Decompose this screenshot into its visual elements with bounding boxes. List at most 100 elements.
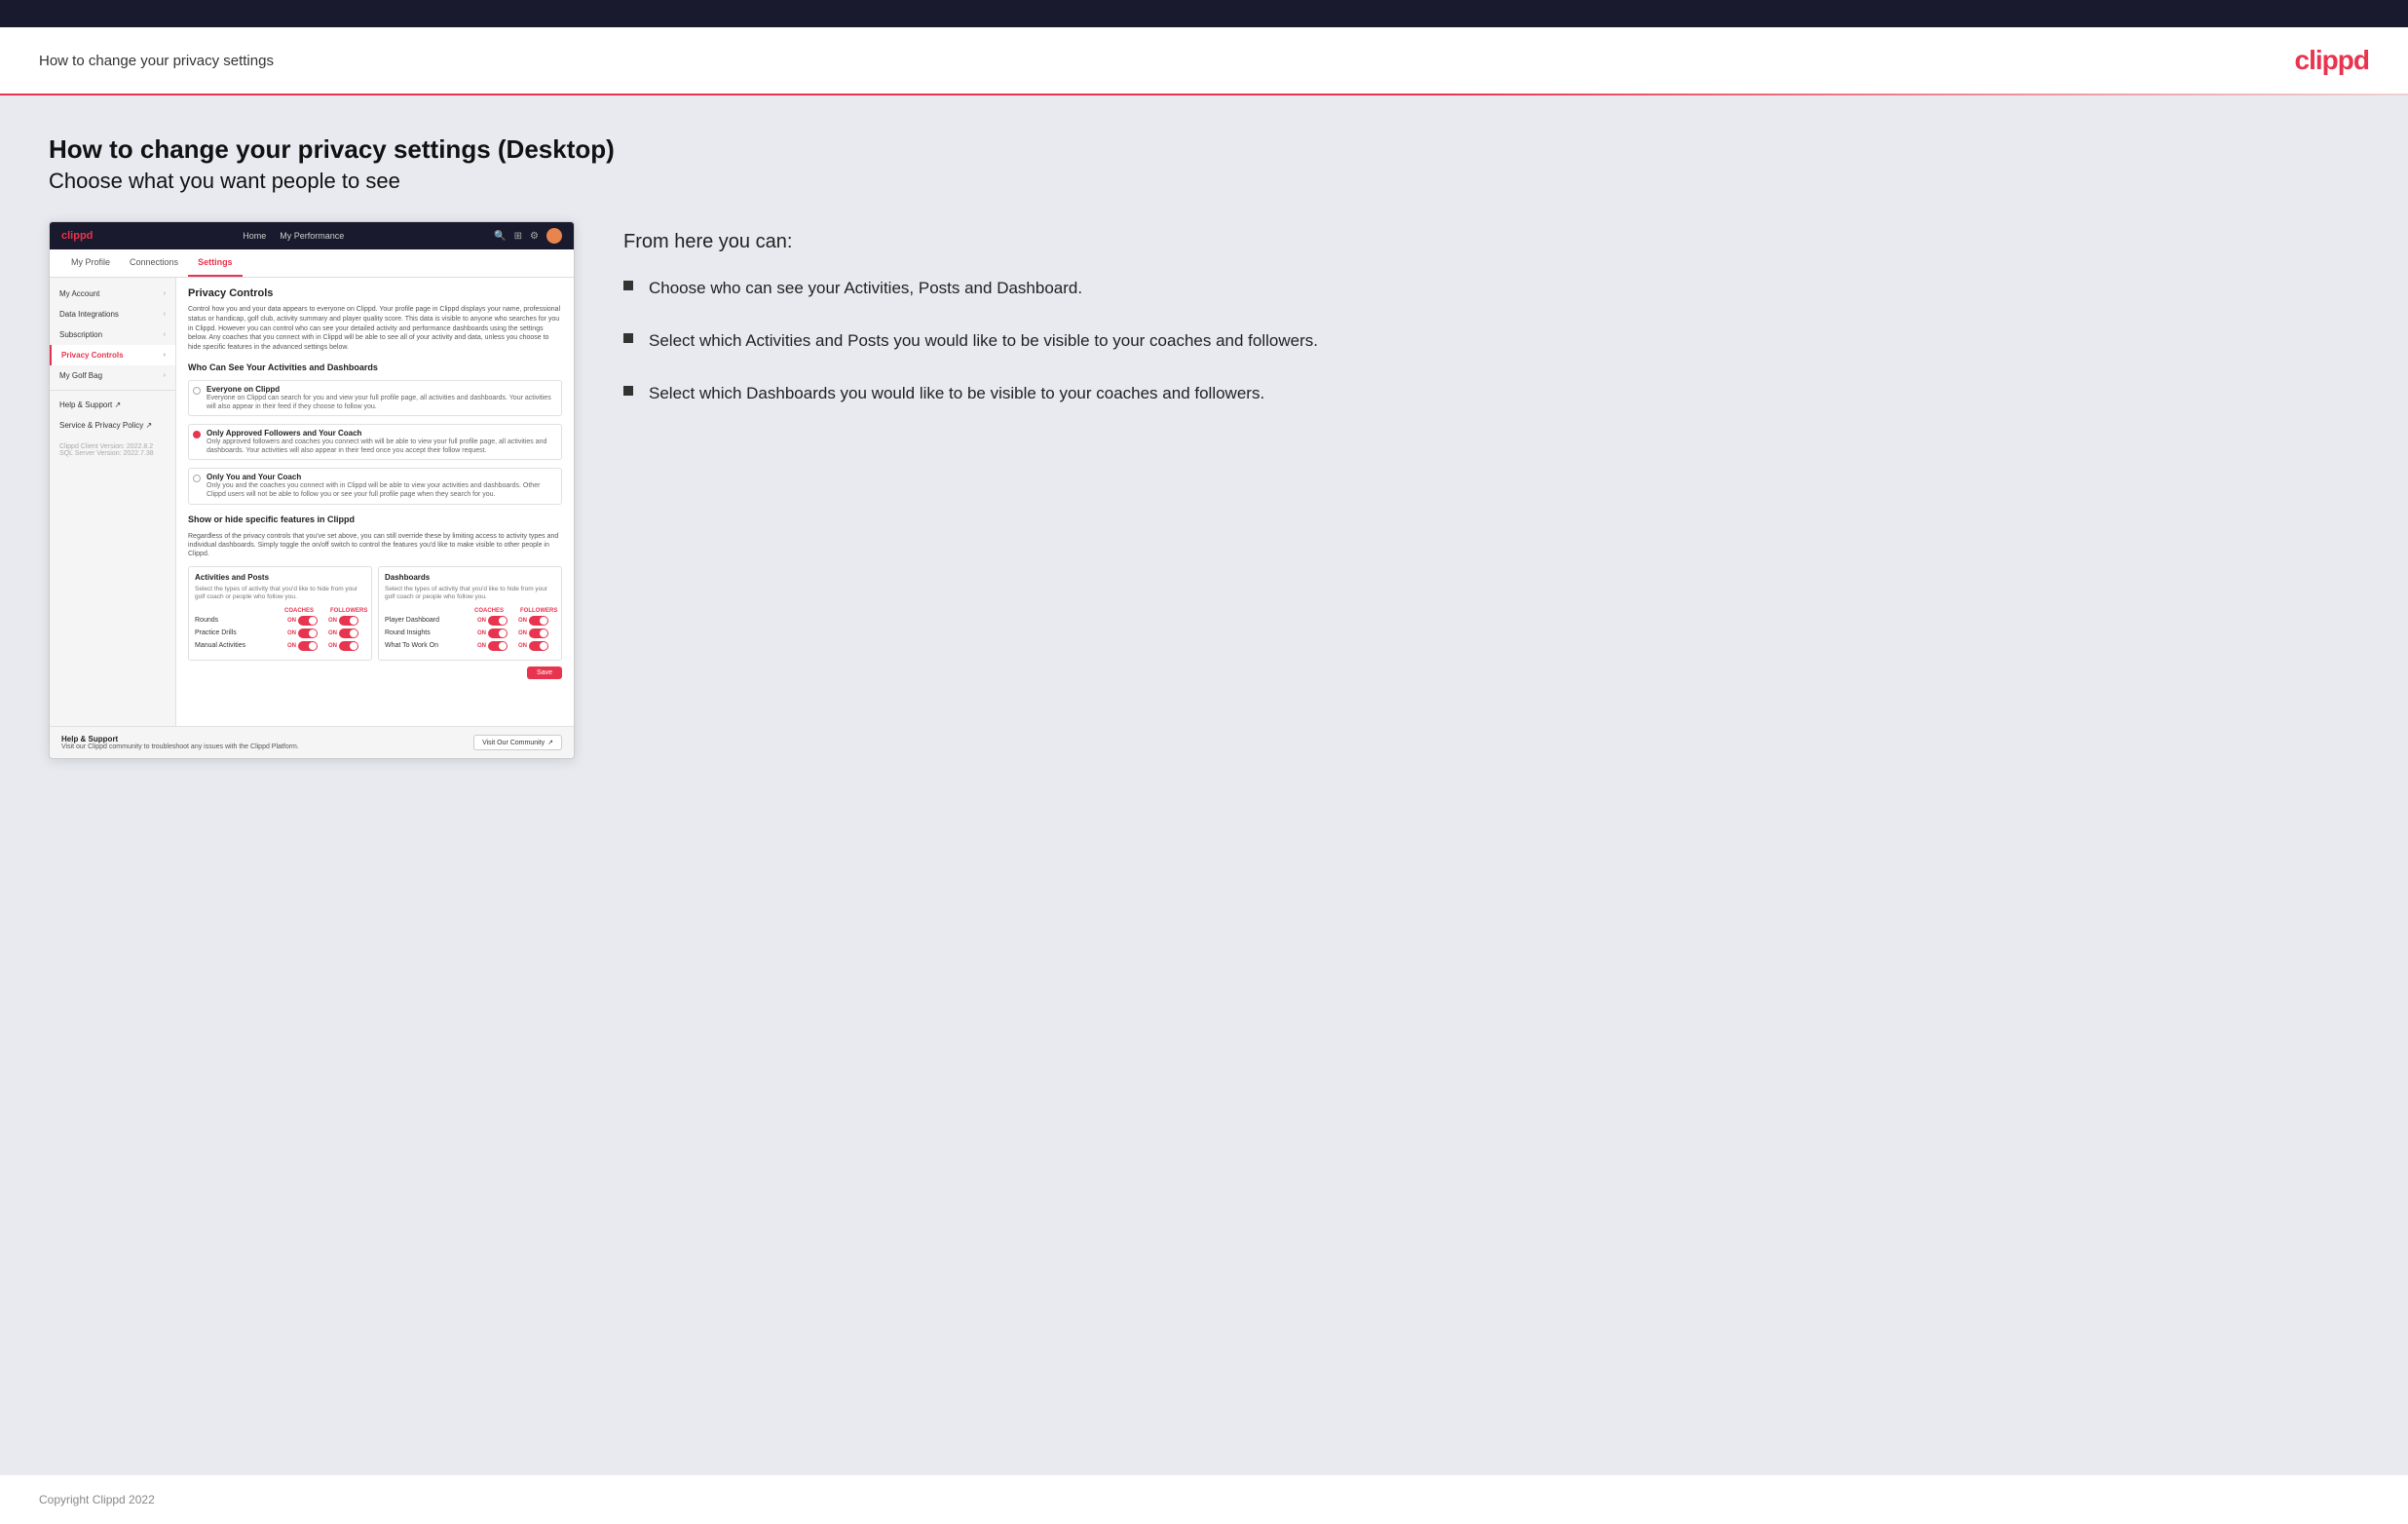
player-followers-toggle[interactable]: ON	[518, 616, 555, 626]
list-item: Choose who can see your Activities, Post…	[623, 277, 2359, 300]
right-column: From here you can: Choose who can see yo…	[623, 221, 2359, 434]
sidebar-item-privacy[interactable]: Privacy Controls ›	[50, 345, 175, 365]
sidebar-item-subscription[interactable]: Subscription ›	[50, 324, 175, 345]
save-row: Save	[188, 667, 562, 679]
visit-community-button[interactable]: Visit Our Community ↗	[473, 735, 562, 750]
practice-followers-toggle[interactable]: ON	[328, 629, 365, 638]
logo: clippd	[2295, 45, 2369, 76]
sidebar-item-service[interactable]: Service & Privacy Policy ↗	[50, 415, 175, 436]
bullet-icon	[623, 333, 633, 343]
show-hide-desc: Regardless of the privacy controls that …	[188, 532, 562, 558]
dash-followers-col-label: FOLLOWERS	[520, 608, 555, 614]
chevron-icon: ›	[164, 290, 166, 297]
app-body: My Account › Data Integrations › Subscri…	[50, 278, 574, 726]
radio-dot-everyone	[193, 387, 201, 395]
bullet-icon	[623, 281, 633, 290]
tab-connections[interactable]: Connections	[120, 249, 188, 277]
bullet-icon	[623, 386, 633, 396]
app-nav-links: Home My Performance	[243, 231, 344, 241]
content-row: clippd Home My Performance 🔍 ⊞ ⚙ My Prof…	[49, 221, 2359, 759]
tab-settings[interactable]: Settings	[188, 249, 243, 277]
toggle-row-what-to-work: What To Work On ON ON	[385, 641, 555, 651]
footer-text: Copyright Clippd 2022	[39, 1493, 155, 1506]
dashboards-panel: Dashboards Select the types of activity …	[378, 566, 562, 661]
top-bar	[0, 0, 2408, 27]
sidebar-item-data[interactable]: Data Integrations ›	[50, 304, 175, 324]
radio-dot-only-you	[193, 475, 201, 482]
app-main-panel: Privacy Controls Control how you and you…	[176, 278, 574, 726]
toggle-row-rounds: Rounds ON ON	[195, 616, 365, 626]
insights-followers-toggle[interactable]: ON	[518, 629, 555, 638]
page-heading: How to change your privacy settings (Des…	[49, 134, 2359, 165]
radio-only-you[interactable]: Only You and Your Coach Only you and the…	[188, 468, 562, 504]
sidebar-item-golf-bag[interactable]: My Golf Bag ›	[50, 365, 175, 386]
coaches-col-label: COACHES	[282, 608, 317, 614]
dashboards-panel-title: Dashboards	[385, 573, 555, 582]
panel-title: Privacy Controls	[188, 287, 562, 299]
bullet-text-2: Select which Activities and Posts you wo…	[649, 329, 1318, 353]
activities-panel-title: Activities and Posts	[195, 573, 365, 582]
visit-community-label: Visit Our Community	[482, 740, 545, 746]
dashboards-panel-desc: Select the types of activity that you'd …	[385, 586, 555, 602]
rounds-coaches-toggle[interactable]: ON	[287, 616, 324, 626]
save-button[interactable]: Save	[527, 667, 562, 679]
dashboards-col-headers: COACHES FOLLOWERS	[385, 608, 555, 614]
bullet-text-3: Select which Dashboards you would like t…	[649, 382, 1264, 405]
app-navbar: clippd Home My Performance 🔍 ⊞ ⚙	[50, 222, 574, 249]
app-logo-mock: clippd	[61, 230, 93, 242]
activities-panel: Activities and Posts Select the types of…	[188, 566, 372, 661]
panel-description: Control how you and your data appears to…	[188, 305, 562, 353]
nav-link-performance: My Performance	[280, 231, 344, 241]
manual-coaches-toggle[interactable]: ON	[287, 641, 324, 651]
show-hide-title: Show or hide specific features in Clippd	[188, 514, 562, 524]
activities-col-headers: COACHES FOLLOWERS	[195, 608, 365, 614]
practice-coaches-toggle[interactable]: ON	[287, 629, 324, 638]
chevron-icon: ›	[164, 352, 166, 359]
work-followers-toggle[interactable]: ON	[518, 641, 555, 651]
avatar	[546, 228, 562, 244]
chevron-icon: ›	[164, 372, 166, 379]
settings-icon: ⚙	[530, 231, 539, 242]
app-screenshot: clippd Home My Performance 🔍 ⊞ ⚙ My Prof…	[49, 221, 575, 759]
header: How to change your privacy settings clip…	[0, 27, 2408, 94]
sidebar-item-account[interactable]: My Account ›	[50, 284, 175, 304]
grid-icon: ⊞	[514, 231, 522, 242]
insights-coaches-toggle[interactable]: ON	[477, 629, 514, 638]
app-tab-bar: My Profile Connections Settings	[50, 249, 574, 278]
toggle-row-manual: Manual Activities ON ON	[195, 641, 365, 651]
radio-everyone[interactable]: Everyone on Clippd Everyone on Clippd ca…	[188, 380, 562, 416]
section-who-can-see: Who Can See Your Activities and Dashboar…	[188, 362, 562, 372]
external-link-icon: ↗	[547, 739, 553, 746]
list-item: Select which Activities and Posts you wo…	[623, 329, 2359, 353]
tab-my-profile[interactable]: My Profile	[61, 249, 120, 277]
show-hide-section: Show or hide specific features in Clippd…	[188, 514, 562, 679]
search-icon: 🔍	[494, 231, 506, 242]
footer: Copyright Clippd 2022	[0, 1474, 2408, 1524]
help-section: Help & Support Visit our Clippd communit…	[50, 726, 574, 758]
toggle-row-practice: Practice Drills ON ON	[195, 629, 365, 638]
header-title: How to change your privacy settings	[39, 53, 274, 69]
radio-approved[interactable]: Only Approved Followers and Your Coach O…	[188, 424, 562, 460]
sidebar-item-help[interactable]: Help & Support ↗	[50, 395, 175, 415]
followers-col-label: FOLLOWERS	[330, 608, 365, 614]
radio-dot-approved	[193, 431, 201, 438]
dash-coaches-col-label: COACHES	[471, 608, 507, 614]
app-sidebar: My Account › Data Integrations › Subscri…	[50, 278, 176, 726]
bullet-text-1: Choose who can see your Activities, Post…	[649, 277, 1082, 300]
list-item: Select which Dashboards you would like t…	[623, 382, 2359, 405]
toggle-panels: Activities and Posts Select the types of…	[188, 566, 562, 661]
from-here-title: From here you can:	[623, 231, 2359, 253]
app-nav-icons: 🔍 ⊞ ⚙	[494, 228, 562, 244]
page-subheading: Choose what you want people to see	[49, 169, 2359, 194]
rounds-followers-toggle[interactable]: ON	[328, 616, 365, 626]
help-desc: Visit our Clippd community to troublesho…	[61, 743, 299, 750]
manual-followers-toggle[interactable]: ON	[328, 641, 365, 651]
nav-link-home: Home	[243, 231, 266, 241]
activities-panel-desc: Select the types of activity that you'd …	[195, 586, 365, 602]
bullet-list: Choose who can see your Activities, Post…	[623, 277, 2359, 404]
player-coaches-toggle[interactable]: ON	[477, 616, 514, 626]
sidebar-footer: Clippd Client Version: 2022.8.2 SQL Serv…	[50, 436, 175, 465]
main-content: How to change your privacy settings (Des…	[0, 95, 2408, 1474]
sidebar-divider	[50, 390, 175, 391]
work-coaches-toggle[interactable]: ON	[477, 641, 514, 651]
